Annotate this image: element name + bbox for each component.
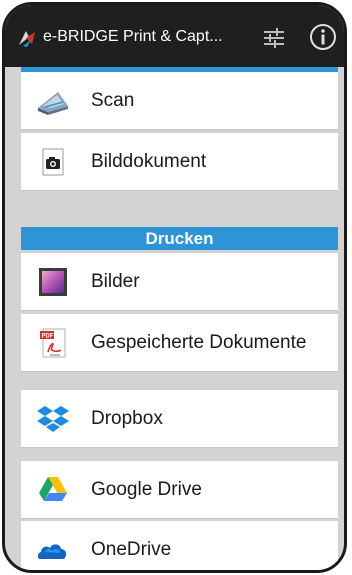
- svg-text:PDF: PDF: [42, 334, 54, 340]
- menu-item-label: Bilder: [91, 271, 140, 292]
- menu-item-label: Gespeicherte Dokumente: [91, 332, 307, 353]
- pdf-icon: PDF Adobe: [40, 328, 66, 358]
- phone-frame: e-BRIDGE Print & Capt... Scan Bilddokume…: [2, 2, 347, 573]
- camera-icon: [42, 148, 64, 176]
- menu-item-bilddokument[interactable]: Bilddokument: [21, 133, 338, 191]
- onedrive-icon: [37, 544, 67, 559]
- section-header-drucken: Drucken: [21, 227, 338, 250]
- sliders-icon[interactable]: [261, 25, 287, 51]
- picture-icon: [39, 268, 67, 296]
- menu-item-label: Dropbox: [91, 408, 163, 429]
- menu-item-scan[interactable]: Scan: [21, 72, 338, 130]
- menu-item-google-drive[interactable]: Google Drive: [21, 461, 338, 519]
- svg-text:Adobe: Adobe: [50, 353, 60, 357]
- dropbox-icon: [37, 406, 69, 432]
- e-bridge-app-icon: [19, 31, 35, 47]
- scanner-icon: [38, 92, 68, 115]
- app-title: e-BRIDGE Print & Capt...: [43, 28, 223, 45]
- menu-item-gespeicherte-dokumente[interactable]: PDF Adobe Gespeicherte Dokumente: [21, 314, 338, 372]
- menu-item-label: Bilddokument: [91, 151, 207, 172]
- app-bar: e-BRIDGE Print & Capt...: [5, 5, 344, 67]
- menu-item-label: Scan: [91, 90, 135, 111]
- info-icon[interactable]: [309, 23, 337, 51]
- menu-item-label: Google Drive: [91, 479, 202, 500]
- menu-item-label: OneDrive: [91, 539, 172, 560]
- menu-item-bilder[interactable]: Bilder: [21, 253, 338, 311]
- menu-list: Scan Bilddokument Drucken Bilder PDF Ado…: [5, 67, 344, 570]
- menu-item-dropbox[interactable]: Dropbox: [21, 390, 338, 448]
- menu-item-onedrive[interactable]: OneDrive: [21, 521, 338, 570]
- google-drive-icon: [39, 477, 67, 501]
